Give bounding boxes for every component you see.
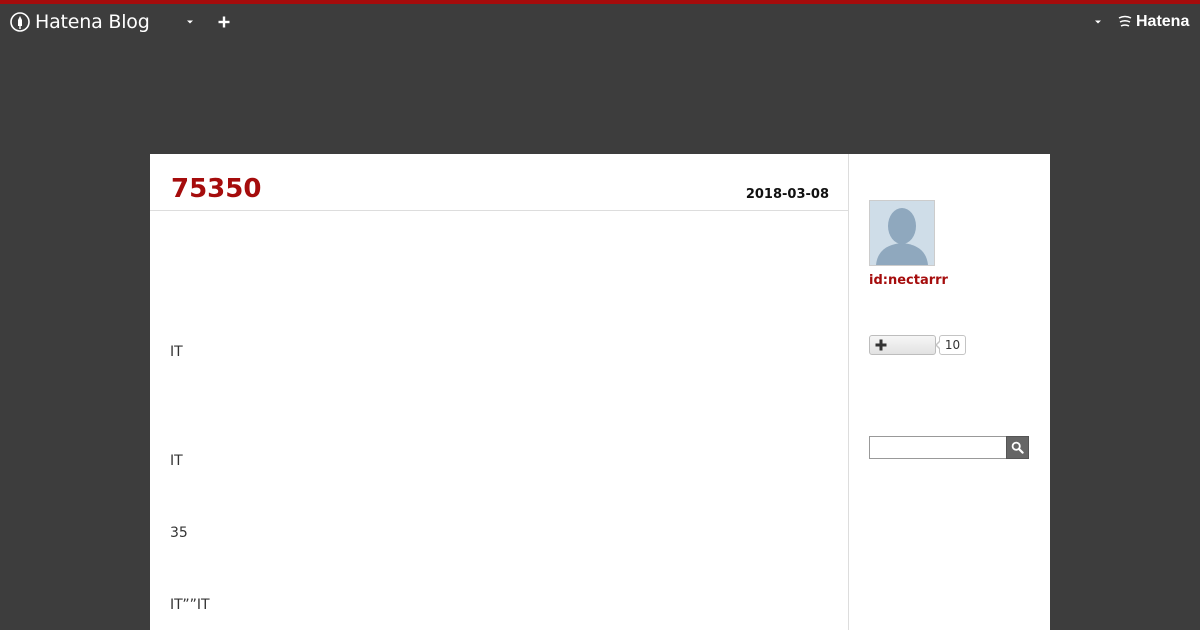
- entry-date[interactable]: 2018-03-08: [746, 187, 829, 202]
- profile-avatar[interactable]: [869, 200, 935, 266]
- hatena-logo-link[interactable]: Hatena: [1117, 11, 1189, 33]
- hatena-blog-pen-icon: [10, 12, 30, 32]
- caret-down-icon: [187, 20, 193, 24]
- entry-paragraph: 35: [170, 525, 188, 541]
- follow-button[interactable]: [869, 335, 936, 355]
- follower-count-badge: 10: [935, 335, 966, 355]
- entry-title[interactable]: 75350: [171, 173, 261, 205]
- plus-icon: [218, 16, 230, 28]
- search-button[interactable]: [1006, 436, 1029, 459]
- hatena-blog-logo-text: Hatena Blog: [35, 11, 150, 33]
- entry-paragraph: IT””IT: [170, 597, 210, 613]
- hatena-logo-text: Hatena: [1136, 13, 1190, 30]
- default-avatar-silhouette-icon: [870, 201, 934, 265]
- entry-paragraph: IT: [170, 453, 183, 469]
- blog-content-area: 75350 2018-03-08 IT IT 35 IT””IT id:nect…: [150, 154, 1050, 630]
- plus-icon: [875, 339, 887, 351]
- entry-header: 75350 2018-03-08: [150, 154, 849, 211]
- hatena-blog-logo-link[interactable]: Hatena Blog: [10, 10, 150, 34]
- blog-menu-dropdown[interactable]: [183, 15, 197, 29]
- global-header: Hatena Blog Hatena: [0, 4, 1200, 40]
- sidebar: id:nectarrr 10: [850, 154, 1050, 630]
- caret-down-icon: [1095, 20, 1101, 24]
- main-column: 75350 2018-03-08 IT IT 35 IT””IT: [150, 154, 849, 630]
- search-input[interactable]: [869, 436, 1007, 459]
- profile-id-link[interactable]: id:nectarrr: [869, 273, 948, 288]
- write-entry-button[interactable]: [216, 14, 232, 30]
- user-menu-dropdown[interactable]: [1092, 15, 1104, 29]
- hatena-logo-icon: [1118, 15, 1132, 27]
- magnifier-icon: [1011, 441, 1024, 454]
- entry-paragraph: IT: [170, 344, 183, 360]
